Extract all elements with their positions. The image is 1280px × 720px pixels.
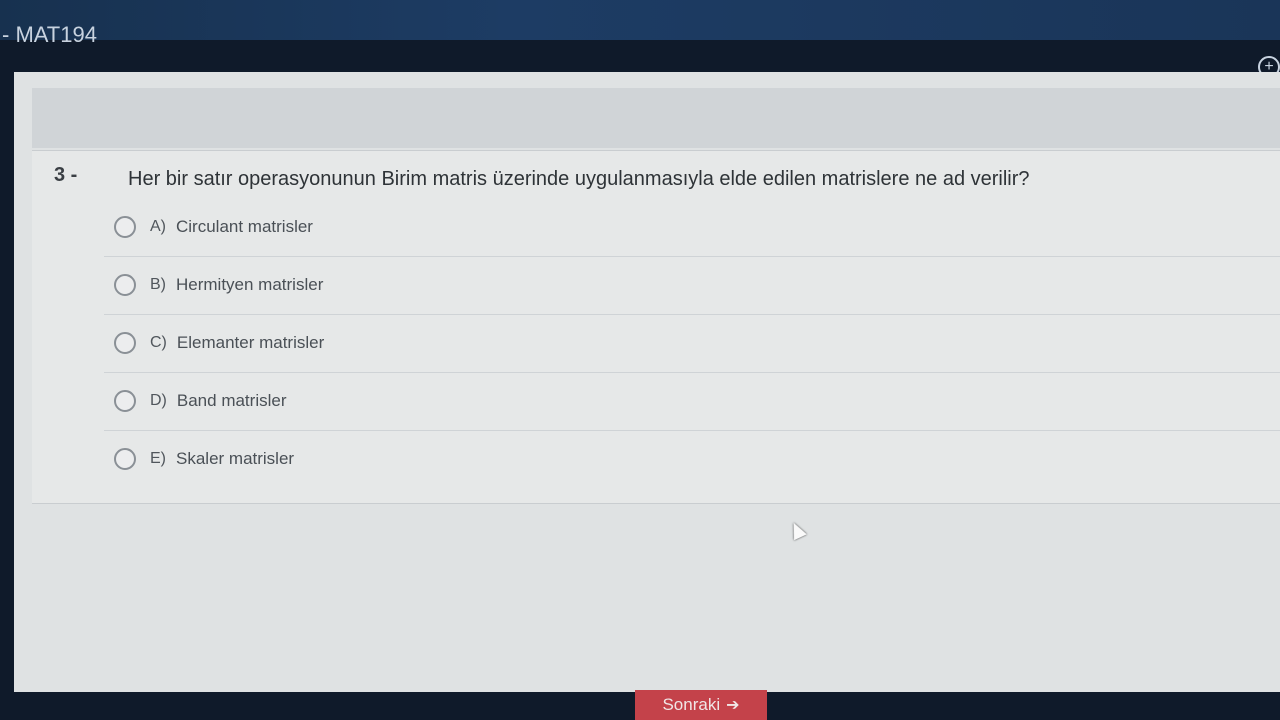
radio-button[interactable] (114, 274, 136, 296)
arrow-right-icon: ➔ (726, 697, 740, 714)
option-b[interactable]: B) Hermityen matrisler (104, 256, 1280, 315)
course-code: - MAT194 (2, 22, 97, 47)
option-text: Band matrisler (176, 391, 287, 410)
option-letter: B) (150, 276, 166, 293)
option-text: Elemanter matrisler (176, 333, 325, 352)
option-text: Hermityen matrisler (176, 275, 324, 294)
option-text: Skaler matrisler (176, 449, 295, 468)
top-header-bar (0, 0, 1280, 40)
question-number: 3 - (54, 164, 78, 186)
next-button-label: Sonraki (662, 695, 721, 714)
option-letter: D) (150, 392, 167, 409)
option-e[interactable]: E) Skaler matrisler (104, 430, 1280, 488)
option-letter: A) (150, 218, 166, 235)
option-d[interactable]: D) Band matrisler (104, 372, 1280, 431)
option-c[interactable]: C) Elemanter matrisler (104, 314, 1280, 373)
radio-button[interactable] (114, 216, 136, 238)
radio-button[interactable] (114, 332, 136, 354)
option-a[interactable]: A) Circulant matrisler (104, 198, 1280, 257)
option-letter: E) (150, 450, 166, 467)
option-letter: C) (150, 334, 167, 351)
radio-button[interactable] (114, 390, 136, 412)
question-text: Her bir satır operasyonunun Birim matris… (128, 168, 1030, 190)
exam-panel: 3 - Her bir satır operasyonunun Birim ma… (14, 72, 1280, 692)
next-button[interactable]: Sonraki ➔ (635, 690, 767, 720)
option-text: Circulant matrisler (176, 217, 313, 236)
radio-button[interactable] (114, 448, 136, 470)
panel-header-band (32, 88, 1280, 148)
